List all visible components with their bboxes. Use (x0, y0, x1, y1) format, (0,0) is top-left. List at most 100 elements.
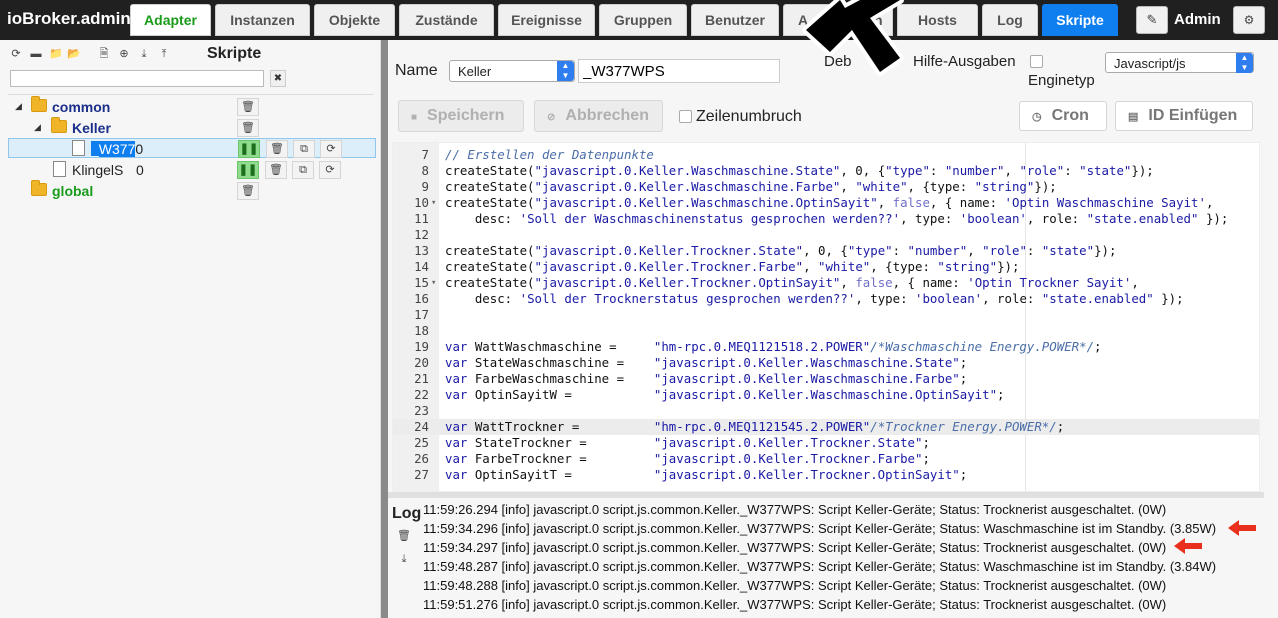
code-line[interactable]: 17 (393, 307, 1259, 323)
tree-folder-keller[interactable]: ◢ Keller 🗑 (8, 117, 376, 138)
code-line[interactable]: 9 createState("javascript.0.Keller.Waschm… (393, 179, 1259, 195)
code-line[interactable]: 8 createState("javascript.0.Keller.Waschm… (393, 163, 1259, 179)
code-line[interactable]: 10 ▾ createState("javascript.0.Keller.Wasc… (393, 195, 1259, 211)
code-line[interactable]: 20 var StateWaschmaschine = "javascript.0… (393, 355, 1259, 371)
code-line[interactable]: 15 ▾ createState("javascript.0.Keller.Troc… (393, 275, 1259, 291)
code-line[interactable]: 26 var FarbeTrockner = "javascript.0.Kell… (393, 451, 1259, 467)
folder-select[interactable]: Keller ▲ ▼ (449, 60, 575, 82)
line-number: 23 (414, 403, 429, 418)
code-line[interactable]: 14 createState("javascript.0.Keller.Trock… (393, 259, 1259, 275)
delete-button[interactable]: 🗑 (237, 182, 259, 200)
engine-type-select[interactable]: Javascript/js ▲ ▼ (1105, 52, 1254, 73)
code-line[interactable]: 11 desc: 'Soll der Waschmaschinenstatus … (393, 211, 1259, 227)
code-line[interactable]: 12 (393, 227, 1259, 243)
code-text: var FarbeWaschmaschine = "javascript.0.K… (445, 371, 968, 386)
copy-button[interactable]: ⧉ (293, 140, 315, 158)
code-editor[interactable]: 7 // Erstellen der Datenpunkte 8 createStat… (392, 142, 1260, 492)
top-navigation-bar: ioBroker.admin Adapter Instanzen Objekte… (0, 0, 1278, 40)
clear-log-button[interactable]: 🗑 (396, 529, 412, 545)
log-divider[interactable] (388, 492, 1264, 498)
delete-button[interactable]: 🗑 (265, 161, 287, 179)
tree-script-suffix: 0 (136, 162, 144, 178)
plus-circle-icon[interactable]: ⊕ (116, 46, 132, 62)
help-output-checkbox[interactable] (1030, 55, 1043, 68)
tree-folder-label: Keller (72, 120, 111, 136)
delete-button[interactable]: 🗑 (237, 98, 259, 116)
caret-down-icon[interactable]: ◢ (34, 122, 41, 133)
line-number: 18 (414, 323, 429, 338)
trash-icon: 🗑 (241, 122, 255, 134)
code-line[interactable]: 18 (393, 323, 1259, 339)
upload-icon[interactable]: ⤒ (156, 46, 172, 62)
line-number: 27 (414, 467, 429, 482)
code-text: var OptinSayitT = "javascript.0.Keller.T… (445, 467, 968, 482)
code-line[interactable]: 7 // Erstellen der Datenpunkte (393, 147, 1259, 163)
restart-button[interactable]: ⟳ (320, 140, 342, 158)
code-line[interactable]: 19 var WattWaschmaschine = "hm-rpc.0.MEQ1… (393, 339, 1259, 355)
tab-ereignisse[interactable]: Ereignisse (498, 4, 595, 36)
clear-search-button[interactable]: ✖ (270, 70, 286, 87)
folder-icon[interactable]: 📁 (48, 46, 64, 62)
script-tree-panel: ⟳ ▬ 📁 📂 🗎 ⊕ ⤓ ⤒ Skripte ✖ ◢ common 🗑 ◢ K… (0, 40, 381, 618)
code-line[interactable]: 24 var WattTrockner = "hm-rpc.0.MEQ112154… (393, 419, 1259, 435)
code-line[interactable]: 16 desc: 'Soll der Trocknerstatus gespro… (393, 291, 1259, 307)
settings-button[interactable]: ⚙ (1233, 6, 1265, 34)
line-wrap-checkbox[interactable] (679, 110, 692, 123)
line-number: 16 (414, 291, 429, 306)
code-text: var WattTrockner = "hm-rpc.0.MEQ1121545.… (445, 419, 1065, 434)
code-line[interactable]: 23 (393, 403, 1259, 419)
tree-folder-global[interactable]: global 🗑 (8, 180, 376, 201)
code-text: createState("javascript.0.Keller.Waschma… (445, 163, 1154, 178)
cancel-button[interactable]: ⊘ Abbrechen (534, 100, 663, 132)
annotation-arrow-icon (1174, 538, 1202, 554)
line-number: 11 (414, 211, 429, 226)
tab-log[interactable]: Log (982, 4, 1038, 36)
fold-toggle-icon[interactable]: ▾ (431, 195, 436, 211)
code-line[interactable]: 21 var FarbeWaschmaschine = "javascript.0… (393, 371, 1259, 387)
tab-gruppen[interactable]: Gruppen (599, 4, 687, 36)
fold-toggle-icon[interactable]: ▾ (431, 275, 436, 291)
code-line[interactable]: 25 var StateTrockner = "javascript.0.Kell… (393, 435, 1259, 451)
user-name: Admin (1174, 11, 1221, 28)
refresh-icon[interactable]: ⟳ (8, 46, 24, 62)
edit-user-button[interactable]: ✎ (1136, 6, 1168, 34)
download-icon[interactable]: ⤓ (136, 46, 152, 62)
save-button[interactable]: ■ Speichern (398, 100, 524, 132)
pause-button[interactable]: ❚❚ (237, 161, 259, 179)
code-line[interactable]: 22 var OptinSayitW = "javascript.0.Keller… (393, 387, 1259, 403)
engine-type-label: Enginetyp (1028, 72, 1095, 89)
line-number: 14 (414, 259, 429, 274)
tab-skripte[interactable]: Skripte (1042, 4, 1118, 36)
tab-adapter[interactable]: Adapter (130, 4, 211, 36)
file-icon (53, 161, 66, 177)
tree-script-label-rest: 0 (135, 141, 144, 157)
scroll-log-button[interactable]: ⤓ (396, 553, 412, 569)
file-icon[interactable]: 🗎 (96, 46, 112, 62)
restart-button[interactable]: ⟳ (319, 161, 341, 179)
insert-id-button[interactable]: ▤ ID Einfügen (1115, 101, 1253, 131)
line-number: 7 (421, 147, 429, 162)
tab-instanzen[interactable]: Instanzen (215, 4, 310, 36)
panel-splitter[interactable] (381, 40, 388, 618)
minus-icon[interactable]: ▬ (28, 46, 44, 62)
save-button-label: Speichern (427, 107, 505, 124)
tab-objekte[interactable]: Objekte (314, 4, 395, 36)
tree-script-w377wps[interactable]: _W3770 ❚❚ 🗑 ⧉ ⟳ (8, 138, 376, 158)
tree-search-input[interactable] (10, 70, 264, 87)
cron-button[interactable]: ◷ Cron (1019, 101, 1107, 131)
tab-zustaende[interactable]: Zustände (399, 4, 494, 36)
copy-button[interactable]: ⧉ (292, 161, 314, 179)
delete-button[interactable]: 🗑 (266, 140, 288, 158)
delete-button[interactable]: 🗑 (237, 119, 259, 137)
code-line[interactable]: 13 createState("javascript.0.Keller.Trock… (393, 243, 1259, 259)
folder-open-icon[interactable]: 📂 (66, 46, 82, 62)
tab-benutzer[interactable]: Benutzer (691, 4, 779, 36)
pause-button[interactable]: ❚❚ (238, 140, 260, 158)
cancel-button-label: Abbrechen (565, 107, 649, 124)
script-name-input[interactable] (578, 59, 780, 83)
tree-folder-common[interactable]: ◢ common 🗑 (8, 96, 376, 117)
tree-script-klingels[interactable]: KlingelS 0 ❚❚ 🗑 ⧉ ⟳ (8, 160, 376, 180)
caret-down-icon[interactable]: ◢ (15, 101, 22, 112)
code-line[interactable]: 27 var OptinSayitT = "javascript.0.Keller… (393, 467, 1259, 483)
line-number: 10 (414, 195, 429, 210)
